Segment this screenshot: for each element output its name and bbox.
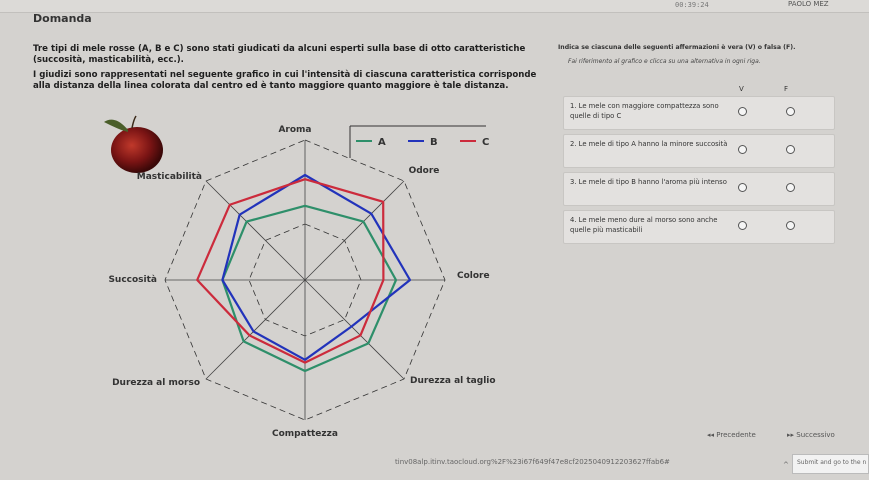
chevron-right-icon: ▸▸ [787, 431, 797, 439]
previous-button[interactable]: ◂◂ Precedente [707, 431, 787, 445]
previous-label: Precedente [716, 431, 756, 439]
timer: 00:39:24 [675, 1, 709, 9]
radio-true[interactable] [738, 183, 747, 192]
next-button[interactable]: ▸▸ Successivo [787, 431, 857, 445]
radio-true[interactable] [738, 221, 747, 230]
radio-true[interactable] [738, 145, 747, 154]
col-f-label: F [784, 85, 789, 93]
radio-false[interactable] [786, 221, 795, 230]
axis-label: Succosità [108, 275, 157, 285]
grid-spoke [304, 180, 405, 281]
series-line-A [221, 204, 398, 373]
radar-chart: A B C Aroma Odore Colore Durezza al taglio Com… [104, 115, 496, 439]
legend-label-B: B [430, 137, 438, 148]
axis-label: Odore [409, 166, 440, 176]
radio-false[interactable] [786, 183, 795, 192]
apple-icon [104, 115, 163, 173]
radar-series [196, 173, 412, 373]
radar-axis-labels: Aroma Odore Colore Durezza al taglio Compatt… [108, 125, 495, 439]
statement-row-4: 4. Le mele meno dure al morso sono anche… [563, 210, 835, 244]
statement-text: 4. Le mele meno dure al morso sono anche… [570, 216, 718, 234]
statement-row-1: 1. Le mele con maggiore compattezza sono… [563, 96, 835, 130]
instruction-subtext: Fai riferimento al grafico e clicca su u… [568, 58, 761, 65]
col-v-label: V [739, 85, 744, 93]
statement-text: 2. Le mele di tipo A hanno la minore suc… [570, 140, 728, 148]
axis-label: Aroma [278, 125, 311, 135]
chart-legend: A B C [349, 125, 489, 158]
statement-row-2: 2. Le mele di tipo A hanno la minore suc… [563, 134, 835, 168]
statement-row-3: 3. Le mele di tipo B hanno l'aroma più i… [563, 172, 835, 206]
statement-text: 3. Le mele di tipo B hanno l'aroma più i… [570, 178, 727, 186]
radio-false[interactable] [786, 145, 795, 154]
axis-label: Durezza al morso [112, 378, 200, 388]
chevron-up-icon[interactable]: ^ [783, 461, 789, 469]
chevron-left-icon: ◂◂ [707, 431, 717, 439]
instruction-text: Indica se ciascuna delle seguenti afferm… [558, 44, 796, 51]
axis-label: Compattezza [272, 429, 338, 439]
user-name: PAOLO MEZ [788, 0, 829, 8]
submit-button[interactable]: Submit and go to the n [792, 454, 869, 474]
radio-false[interactable] [786, 107, 795, 116]
statement-text: 1. Le mele con maggiore compattezza sono… [570, 102, 719, 120]
axis-label: Masticabilità [137, 172, 202, 182]
next-label: Successivo [796, 431, 835, 439]
legend-label-C: C [482, 137, 489, 148]
axis-label: Colore [457, 271, 490, 281]
legend-label-A: A [378, 137, 386, 148]
radio-true[interactable] [738, 107, 747, 116]
url-text: tinv08alp.itinv.taocloud.org%2F%23i67f64… [395, 458, 670, 466]
radar-grid [164, 139, 446, 421]
axis-label: Durezza al taglio [410, 376, 496, 386]
